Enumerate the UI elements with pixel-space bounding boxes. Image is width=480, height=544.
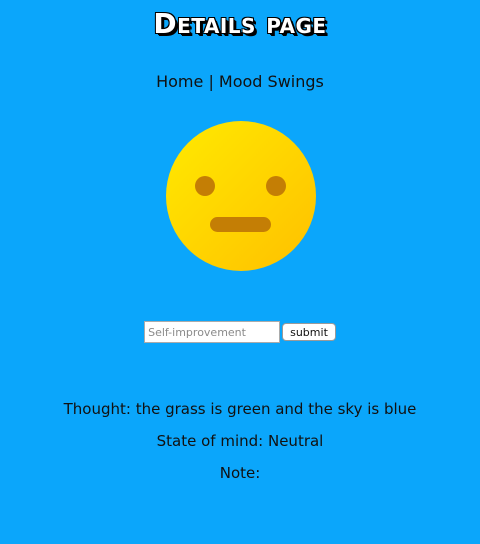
home-link[interactable]: Home — [156, 72, 203, 91]
right-eye — [266, 176, 286, 196]
neutral-face-icon — [166, 121, 316, 271]
note-input[interactable] — [144, 321, 281, 343]
submit-button[interactable]: submit — [282, 323, 336, 341]
breadcrumb-separator: | — [203, 72, 219, 91]
thought-value: the grass is green and the sky is blue — [135, 400, 417, 418]
state-value: Neutral — [267, 432, 324, 450]
state-label: State of mind: — [156, 432, 264, 450]
thought-row: Thought: the grass is green and the sky … — [0, 398, 480, 420]
left-eye — [195, 176, 215, 196]
mouth — [210, 217, 271, 232]
breadcrumb: Home | Mood Swings — [0, 71, 480, 93]
note-row: Note: — [0, 462, 480, 484]
note-label: Note: — [219, 464, 261, 482]
note-form: submit — [0, 321, 480, 343]
mood-swings-link[interactable]: Mood Swings — [219, 72, 324, 91]
face-circle — [166, 121, 316, 271]
state-row: State of mind: Neutral — [0, 430, 480, 452]
thought-label: Thought: — [63, 400, 131, 418]
page-title: Details page — [153, 7, 327, 40]
